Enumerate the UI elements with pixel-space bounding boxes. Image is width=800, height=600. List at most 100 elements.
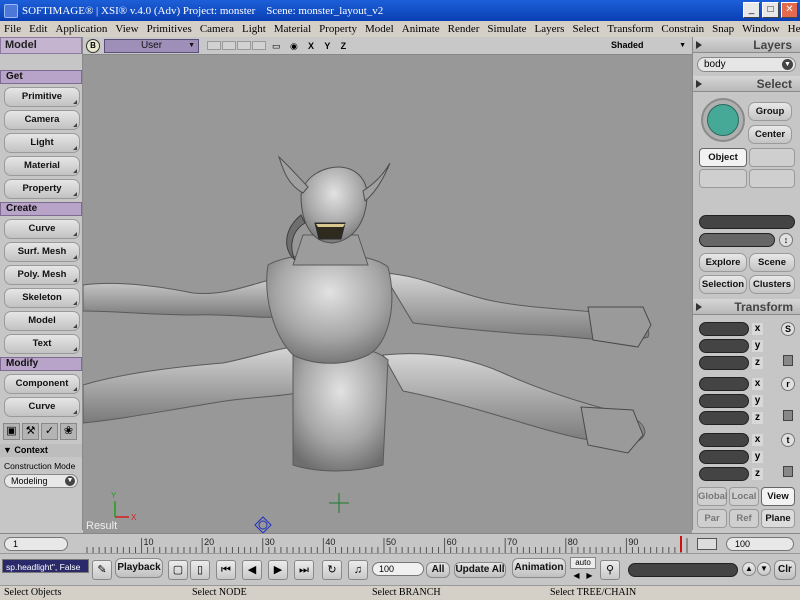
first-frame-icon[interactable]: ▢: [168, 560, 188, 580]
layers-header[interactable]: Layers: [693, 37, 800, 53]
plane-button[interactable]: Plane: [761, 509, 795, 528]
select-tool-button[interactable]: [701, 98, 745, 142]
menu-select[interactable]: Select: [568, 23, 603, 35]
translate-z-field[interactable]: [699, 467, 749, 481]
primitive-button[interactable]: Primitive: [4, 87, 80, 107]
cube-icon[interactable]: ▣: [3, 423, 20, 440]
viewport-letter-button[interactable]: B: [86, 38, 100, 53]
ref-button[interactable]: Ref: [729, 509, 759, 528]
eye-icon[interactable]: ◉: [290, 41, 302, 51]
menu-primitives[interactable]: Primitives: [143, 23, 196, 35]
view-slot[interactable]: [237, 41, 251, 50]
camera-view-select[interactable]: User: [104, 38, 199, 53]
camera-button[interactable]: Camera: [4, 110, 80, 130]
minimize-button[interactable]: _: [743, 2, 760, 18]
menu-material[interactable]: Material: [270, 23, 315, 35]
lock-icon[interactable]: [783, 355, 793, 366]
menu-help[interactable]: Help: [784, 23, 800, 35]
menu-snap[interactable]: Snap: [708, 23, 738, 35]
rotation-y-field[interactable]: [699, 394, 749, 408]
scroll-up-icon[interactable]: ▲: [742, 562, 756, 576]
view-button[interactable]: View: [761, 487, 795, 506]
scale-icon[interactable]: S: [781, 322, 795, 336]
menu-transform[interactable]: Transform: [603, 23, 657, 35]
mark-parameters-field[interactable]: [628, 563, 738, 577]
menu-simulate[interactable]: Simulate: [483, 23, 530, 35]
menu-model[interactable]: Model: [361, 23, 398, 35]
viewport[interactable]: B User ▭ ◉ X Y Z Shaded: [83, 37, 692, 533]
selection-name-field[interactable]: [699, 215, 795, 229]
go-to-end-icon[interactable]: ⏭: [294, 560, 314, 580]
clear-button[interactable]: Clr: [774, 560, 796, 580]
context-header[interactable]: ▼ Context: [0, 444, 82, 457]
select-filter-slot[interactable]: [749, 169, 795, 188]
script-icon[interactable]: ✎: [92, 560, 112, 580]
scene-button[interactable]: Scene: [749, 253, 795, 272]
update-all-button[interactable]: Update All: [454, 562, 506, 578]
view-slot[interactable]: [207, 41, 221, 50]
menu-view[interactable]: View: [111, 23, 142, 35]
clusters-button[interactable]: Clusters: [749, 275, 795, 294]
toggle-icon[interactable]: ↕: [779, 233, 793, 247]
go-to-start-icon[interactable]: ⏮: [216, 560, 236, 580]
select-filter-slot[interactable]: [749, 148, 795, 167]
menu-animate[interactable]: Animate: [398, 23, 444, 35]
display-mode-select[interactable]: Shaded: [605, 39, 688, 52]
loop-icon[interactable]: ↻: [322, 560, 342, 580]
animation-button[interactable]: Animation: [512, 558, 566, 578]
tools-icon[interactable]: ⚒: [22, 423, 39, 440]
view-slot[interactable]: [222, 41, 236, 50]
menu-property[interactable]: Property: [315, 23, 361, 35]
translate-x-field[interactable]: [699, 433, 749, 447]
timeline-ruler[interactable]: 10 20 30 40 50 60 70 80 90: [83, 534, 693, 554]
paint-icon[interactable]: ❀: [60, 423, 77, 440]
transform-header[interactable]: Transform: [693, 299, 800, 315]
menu-edit[interactable]: Edit: [25, 23, 51, 35]
select-header[interactable]: Select: [693, 76, 800, 92]
selection-button[interactable]: Selection: [699, 275, 747, 294]
all-button[interactable]: All: [426, 562, 450, 578]
current-frame-field[interactable]: 100: [372, 562, 424, 576]
menu-constrain[interactable]: Constrain: [657, 23, 708, 35]
camera-icon[interactable]: ▭: [272, 41, 284, 51]
select-filter-slot[interactable]: [699, 169, 747, 188]
lock-icon[interactable]: [783, 466, 793, 477]
layer-select[interactable]: body ▼: [697, 57, 796, 72]
group-button[interactable]: Group: [748, 102, 792, 121]
close-button[interactable]: ✕: [781, 2, 798, 18]
construction-mode-select[interactable]: Modeling ▼: [4, 474, 78, 488]
create-curve-button[interactable]: Curve: [4, 219, 80, 239]
start-frame-field[interactable]: 1: [4, 537, 68, 551]
center-button[interactable]: Center: [748, 125, 792, 144]
skeleton-button[interactable]: Skeleton: [4, 288, 80, 308]
scroll-down-icon[interactable]: ▼: [757, 562, 771, 576]
play-backward-icon[interactable]: ◀: [242, 560, 262, 580]
translate-icon[interactable]: t: [781, 433, 795, 447]
rotation-x-field[interactable]: [699, 377, 749, 391]
next-key-icon[interactable]: ▶: [586, 571, 592, 581]
property-button[interactable]: Property: [4, 179, 80, 199]
component-button[interactable]: Component: [4, 374, 80, 394]
audio-icon[interactable]: ♫: [348, 560, 368, 580]
scale-x-field[interactable]: [699, 322, 749, 336]
rotation-z-field[interactable]: [699, 411, 749, 425]
menu-light[interactable]: Light: [238, 23, 270, 35]
explore-button[interactable]: Explore: [699, 253, 747, 272]
surf-mesh-button[interactable]: Surf. Mesh: [4, 242, 80, 262]
stop-icon[interactable]: ▯: [190, 560, 210, 580]
par-button[interactable]: Par: [697, 509, 727, 528]
command-line[interactable]: sp.headlight", False: [2, 559, 89, 573]
view-slot[interactable]: [252, 41, 266, 50]
rotate-icon[interactable]: r: [781, 377, 795, 391]
object-button[interactable]: Object: [699, 148, 747, 167]
key-icon[interactable]: ⚲: [600, 560, 620, 580]
axes-toggle[interactable]: X Y Z: [308, 41, 350, 51]
play-forward-icon[interactable]: ▶: [268, 560, 288, 580]
local-button[interactable]: Local: [729, 487, 759, 506]
menu-application[interactable]: Application: [51, 23, 111, 35]
bone-icon[interactable]: ✓: [41, 423, 58, 440]
menu-layers[interactable]: Layers: [531, 23, 569, 35]
menu-camera[interactable]: Camera: [196, 23, 238, 35]
global-button[interactable]: Global: [697, 487, 728, 506]
maximize-button[interactable]: □: [762, 2, 779, 18]
